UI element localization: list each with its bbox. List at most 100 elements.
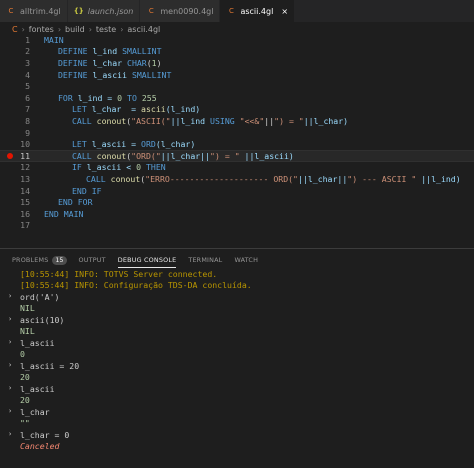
line-number: 16 <box>20 208 30 219</box>
tab-label: DEBUG CONSOLE <box>117 255 177 264</box>
code-token: LET <box>72 139 87 150</box>
code-token: FOR <box>58 92 73 103</box>
console-line: l_char <box>20 406 50 417</box>
code-text: DEFINE l_ind SMALLINT <box>32 46 162 56</box>
breadcrumb-item[interactable]: build <box>65 25 85 34</box>
console-line: 20 <box>20 371 30 382</box>
code-token: l_ascii <box>87 69 132 80</box>
tab-output[interactable]: OUTPUT <box>79 252 106 268</box>
console-line: 20 <box>20 394 30 405</box>
code-line: 4 DEFINE l_ascii SMALLINT <box>0 69 474 81</box>
code-line: 1 MAIN <box>0 34 474 46</box>
breadcrumb-item[interactable]: teste <box>96 25 116 34</box>
panel-divider[interactable] <box>0 248 474 249</box>
code-token: CALL <box>86 173 106 184</box>
code-editor[interactable]: 1 MAIN 2 DEFINE l_ind SMALLINT 3 DEFINE … <box>0 34 474 230</box>
breadcrumb-item[interactable]: fontes <box>29 25 54 34</box>
code-line: 3 DEFINE l_char CHAR(1) <box>0 57 474 69</box>
code-token: ||l_ind) <box>416 173 461 184</box>
code-token: SMALLINT <box>131 69 172 80</box>
code-line: 13 CALL conout("ERRO--------------------… <box>0 173 474 185</box>
code-token: CALL <box>72 150 92 161</box>
code-token: ascii <box>141 104 166 115</box>
code-token: ||l_char|| <box>160 150 211 161</box>
breadcrumb-separator: › <box>120 24 124 34</box>
tab-watch[interactable]: WATCH <box>234 252 258 268</box>
input-chevron-icon: › <box>8 338 13 346</box>
code-text: CALL conout("ERRO-------------------- OR… <box>32 174 461 184</box>
code-token: CHAR <box>127 57 147 68</box>
console-line: 0 <box>20 348 25 359</box>
code-line-current: 11 CALL conout("ORD("||l_char||") = " ||… <box>0 150 474 162</box>
line-number: 17 <box>20 220 30 231</box>
line-number: 7 <box>25 104 30 115</box>
console-line: [10:55:44] INFO: Configuração TDS-DA con… <box>20 279 252 290</box>
code-token: DEFINE <box>58 46 88 57</box>
code-token: IF <box>72 162 82 173</box>
code-text: DEFINE l_ascii SMALLINT <box>32 70 171 80</box>
line-number: 3 <box>25 57 30 68</box>
code-token: ORD <box>141 139 156 150</box>
code-token: 255 <box>141 92 157 103</box>
code-token: USING <box>210 115 235 126</box>
code-token: DEFINE <box>58 69 88 80</box>
tab-label: alltrim.4gl <box>20 6 61 16</box>
code-text: LET l_ascii = ORD(l_char) <box>32 139 195 149</box>
breakpoint-icon[interactable] <box>7 152 13 159</box>
input-chevron-icon: › <box>8 315 13 323</box>
tab-terminal[interactable]: TERMINAL <box>188 252 222 268</box>
code-token: (l_char) <box>155 139 196 150</box>
code-token: conout <box>96 150 127 161</box>
code-token: THEN <box>145 162 166 173</box>
code-token: ||l_char|| <box>297 173 348 184</box>
console-line: l_ascii <box>20 383 55 394</box>
code-token: conout <box>96 115 127 126</box>
code-text: END IF <box>32 186 102 196</box>
tab-alltrim[interactable]: C alltrim.4gl <box>0 0 68 22</box>
line-number: 5 <box>25 81 30 92</box>
code-token: l_char <box>87 57 128 68</box>
tab-men0090[interactable]: C men0090.4gl <box>140 0 221 22</box>
code-token: ||l_ascii) <box>239 150 294 161</box>
input-chevron-icon: › <box>8 407 13 415</box>
tab-debug-console[interactable]: DEBUG CONSOLE <box>117 252 177 268</box>
console-line: l_char = 0 <box>20 429 70 440</box>
console-line: [10:55:44] INFO: TOTVS Server connected. <box>20 268 218 279</box>
code-token: (l_ind) <box>165 104 201 115</box>
close-icon[interactable]: × <box>281 7 288 16</box>
code-text: LET l_char = ascii(l_ind) <box>32 104 200 114</box>
code-token: ") = " <box>210 150 240 161</box>
tab-label: TERMINAL <box>188 256 223 264</box>
tab-label: men0090.4gl <box>160 6 214 16</box>
tab-ascii[interactable]: C ascii.4gl × <box>220 0 296 22</box>
debug-console[interactable]: [10:55:44] INFO: TOTVS Server connected.… <box>0 268 474 468</box>
panel-tab-bar: PROBLEMS 15 OUTPUT DEBUG CONSOLE TERMINA… <box>0 252 270 268</box>
console-line: NIL <box>20 302 35 313</box>
console-line: l_ascii <box>20 337 55 348</box>
code-line: 9 <box>0 127 474 139</box>
tab-launch-json[interactable]: {} launch.json <box>67 0 141 22</box>
c-file-icon: C <box>229 7 234 15</box>
c-file-icon: C <box>148 7 154 15</box>
tab-label: PROBLEMS <box>12 256 49 264</box>
code-line: 17 <box>0 220 474 232</box>
code-token: l_char = <box>86 104 142 115</box>
code-token: "ERRO-------------------- ORD(" <box>145 173 298 184</box>
code-token: LET <box>72 104 87 115</box>
tab-label: OUTPUT <box>78 256 106 264</box>
code-token: ") --- ASCII " <box>347 173 417 184</box>
code-token: conout <box>110 173 141 184</box>
code-token: l_ind <box>87 46 123 57</box>
code-token: l_ascii < <box>81 162 137 173</box>
line-number: 6 <box>25 92 30 103</box>
line-number: 13 <box>20 173 30 184</box>
line-number: 15 <box>20 197 30 208</box>
tab-problems[interactable]: PROBLEMS 15 <box>12 252 67 268</box>
breadcrumb-separator: › <box>21 24 25 34</box>
c-file-icon: C <box>8 7 14 15</box>
code-line: 7 LET l_char = ascii(l_ind) <box>0 104 474 116</box>
code-text: END MAIN <box>32 209 83 219</box>
breadcrumb-item[interactable]: ascii.4gl <box>127 25 160 34</box>
code-token: MAIN <box>44 34 64 45</box>
code-token: DEFINE <box>58 57 88 68</box>
